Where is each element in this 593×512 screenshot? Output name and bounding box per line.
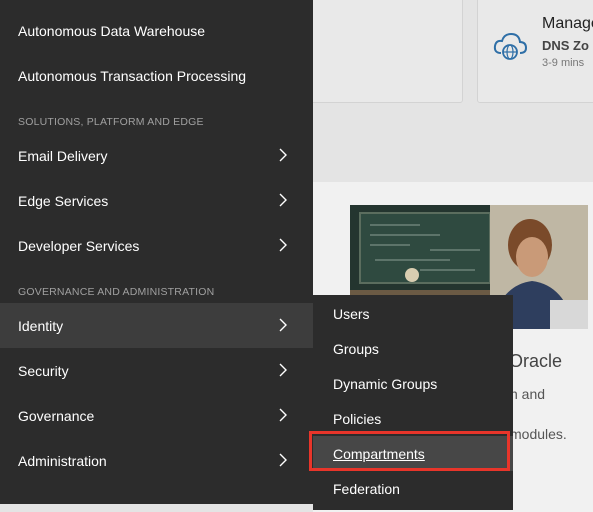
chevron-right-icon [279, 453, 287, 467]
submenu-item-label: Policies [333, 410, 382, 427]
promo-description: n and [510, 386, 546, 402]
service-card[interactable] [300, 0, 463, 103]
submenu-item-users[interactable]: Users [313, 296, 513, 331]
submenu-item-groups[interactable]: Groups [313, 331, 513, 366]
submenu-item-label: Users [333, 305, 370, 322]
nav-item-label: Developer Services [18, 237, 140, 254]
nav-item-label: Autonomous Data Warehouse [18, 22, 206, 39]
section-heading-solutions: SOLUTIONS, PLATFORM AND EDGE [18, 116, 204, 128]
promo-title: Oracle [509, 351, 563, 371]
dns-zone-card[interactable]: Manage DNS Zo 3-9 mins [477, 0, 593, 103]
nav-item-edge-services[interactable]: Edge Services [0, 178, 313, 223]
nav-item-identity[interactable]: Identity [0, 303, 313, 348]
nav-item-developer-services[interactable]: Developer Services [0, 223, 313, 268]
promo-description: modules. [510, 426, 567, 442]
card-subtitle: DNS Zo [542, 38, 589, 53]
nav-item-label: Edge Services [18, 192, 109, 209]
highlight-annotation-box [309, 431, 510, 471]
chevron-right-icon [279, 148, 287, 162]
nav-item-label: Autonomous Transaction Processing [18, 67, 247, 84]
cloud-globe-icon [493, 32, 528, 60]
nav-item-label: Administration [18, 452, 107, 469]
section-heading-governance: GOVERNANCE AND ADMINISTRATION [18, 286, 215, 298]
identity-submenu: Users Groups Dynamic Groups Policies Com… [313, 295, 513, 510]
nav-item-label: Security [18, 362, 69, 379]
chevron-right-icon [279, 238, 287, 252]
nav-item-autonomous-data-warehouse[interactable]: Autonomous Data Warehouse [0, 8, 313, 53]
submenu-item-dynamic-groups[interactable]: Dynamic Groups [313, 366, 513, 401]
chevron-right-icon [279, 363, 287, 377]
chevron-right-icon [279, 318, 287, 332]
nav-item-label: Identity [18, 317, 64, 334]
nav-item-label: Email Delivery [18, 147, 108, 164]
navigation-menu: Autonomous Data Warehouse Autonomous Tra… [0, 0, 313, 504]
nav-item-email-delivery[interactable]: Email Delivery [0, 133, 313, 178]
nav-item-label: Governance [18, 407, 95, 424]
chevron-right-icon [279, 193, 287, 207]
submenu-item-label: Federation [333, 480, 400, 497]
chevron-right-icon [279, 408, 287, 422]
submenu-item-label: Groups [333, 340, 379, 357]
card-title: Manage [542, 15, 593, 32]
submenu-item-federation[interactable]: Federation [313, 471, 513, 506]
nav-item-administration[interactable]: Administration [0, 438, 313, 483]
nav-item-security[interactable]: Security [0, 348, 313, 393]
submenu-item-label: Dynamic Groups [333, 375, 438, 392]
card-duration: 3-9 mins [542, 57, 585, 69]
nav-item-governance[interactable]: Governance [0, 393, 313, 438]
nav-item-autonomous-transaction-processing[interactable]: Autonomous Transaction Processing [0, 53, 313, 98]
